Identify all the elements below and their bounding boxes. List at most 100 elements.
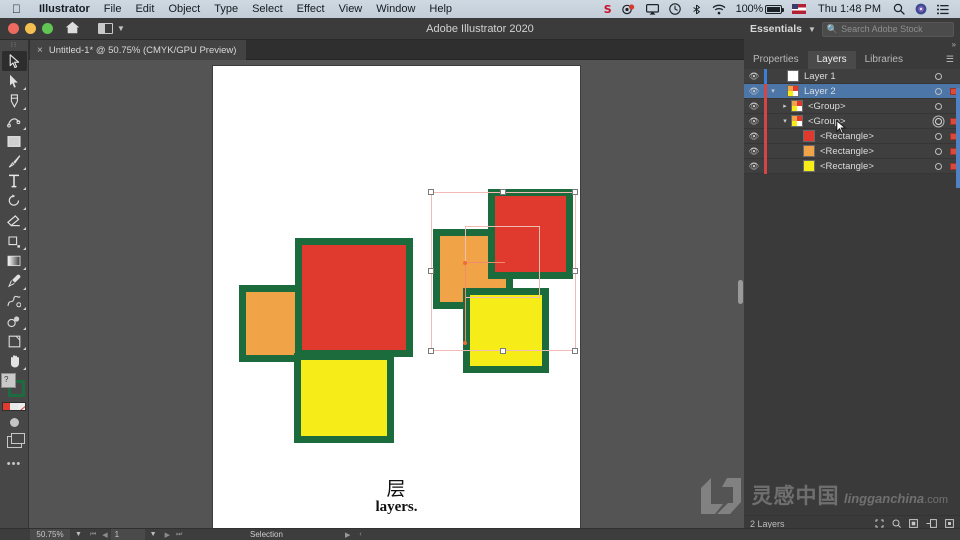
canvas-area[interactable]: 层 layers. — [29, 60, 744, 528]
tab-layers[interactable]: Layers — [807, 51, 856, 69]
wifi-icon[interactable] — [707, 4, 731, 15]
chevron-down-icon[interactable]: ▼ — [70, 531, 87, 538]
chevron-down-icon[interactable]: ▼ — [145, 531, 162, 538]
selection-handle-tc[interactable] — [500, 189, 506, 195]
selection-handle-tr[interactable] — [572, 189, 578, 195]
gradient-swatch-icon[interactable] — [9, 418, 19, 427]
first-page-icon[interactable]: ⏮ — [87, 531, 99, 539]
visibility-icon[interactable]: 👁 — [744, 131, 764, 142]
menu-select[interactable]: Select — [245, 3, 290, 15]
airplay-icon[interactable] — [641, 3, 664, 15]
battery-status[interactable]: 100% — [731, 3, 787, 15]
target-column[interactable] — [930, 117, 946, 125]
hand-tool[interactable] — [2, 351, 27, 371]
pen-tool[interactable] — [2, 91, 27, 111]
layer-row-layer-1[interactable]: 👁 Layer 1 — [744, 68, 960, 84]
menu-window[interactable]: Window — [369, 3, 422, 15]
curvature-tool[interactable] — [2, 111, 27, 131]
home-icon[interactable] — [65, 21, 80, 36]
menu-bar-clock[interactable]: Thu 1:48 PM — [811, 3, 888, 15]
menu-illustrator[interactable]: Illustrator — [32, 3, 97, 15]
target-column[interactable] — [930, 162, 946, 170]
screen-mode-icon[interactable] — [6, 433, 25, 448]
selection-bounding-box[interactable] — [428, 189, 578, 354]
artboard-tool[interactable] — [2, 331, 27, 351]
status-collapse-icon[interactable]: ‹ — [359, 531, 361, 539]
panel-menu-icon[interactable]: ☰ — [946, 55, 954, 64]
target-column[interactable] — [930, 102, 946, 110]
zoom-level-field[interactable]: 50.75% — [30, 529, 70, 540]
time-machine-icon[interactable] — [664, 3, 686, 15]
gradient-swatch-button[interactable] — [10, 403, 18, 410]
direct-selection-tool[interactable] — [2, 71, 27, 91]
layer-name[interactable]: <Group> — [808, 101, 930, 112]
current-tool-label[interactable]: Selection — [250, 530, 283, 539]
target-column[interactable] — [930, 132, 946, 140]
fill-and-stroke-indicator[interactable]: ? — [1, 373, 27, 399]
close-window-button[interactable] — [8, 23, 19, 34]
document-tab[interactable]: × Untitled-1* @ 50.75% (CMYK/GPU Preview… — [30, 40, 247, 60]
target-column[interactable] — [930, 87, 946, 95]
layer-name[interactable]: <Rectangle> — [820, 146, 930, 157]
symbol-sprayer-tool[interactable] — [2, 311, 27, 331]
target-column[interactable] — [930, 72, 946, 80]
collapse-panel-icon[interactable]: » — [952, 40, 957, 49]
menu-edit[interactable]: Edit — [128, 3, 161, 15]
gradient-tool[interactable] — [2, 251, 27, 271]
visibility-icon[interactable]: 👁 — [744, 71, 764, 82]
artboard[interactable]: 层 layers. — [213, 66, 580, 528]
arrange-documents-icon[interactable]: ▼ — [98, 23, 125, 34]
blend-tool[interactable] — [2, 291, 27, 311]
canvas-vertical-scrollbar[interactable] — [738, 280, 743, 304]
next-page-icon[interactable]: ▶ — [162, 531, 173, 539]
layer-row-rectangle-yellow[interactable]: 👁 <Rectangle> — [744, 158, 960, 174]
last-page-icon[interactable]: ⏭ — [173, 531, 185, 539]
rotate-tool[interactable] — [2, 191, 27, 211]
visibility-icon[interactable]: 👁 — [744, 146, 764, 157]
menu-help[interactable]: Help — [422, 3, 459, 15]
status-expand-icon[interactable]: ▶ — [345, 531, 350, 539]
us-flag-icon[interactable] — [787, 4, 811, 14]
scale-tool[interactable] — [2, 231, 27, 251]
control-center-icon[interactable] — [932, 4, 954, 15]
eyedropper-tool[interactable] — [2, 271, 27, 291]
visibility-icon[interactable]: 👁 — [744, 161, 764, 172]
minimize-window-button[interactable] — [25, 23, 36, 34]
apple-menu-icon[interactable]:  — [0, 3, 32, 15]
layer-name[interactable]: <Group> — [808, 116, 930, 127]
selection-tool[interactable] — [1, 51, 27, 71]
layer-row-group-2[interactable]: 👁 ▾ <Group> — [744, 113, 960, 129]
tab-libraries[interactable]: Libraries — [856, 51, 912, 69]
edit-toolbar-button[interactable]: ••• — [7, 458, 22, 470]
disclosure-triangle[interactable]: ▸ — [779, 102, 791, 110]
layer-row-group-1[interactable]: 👁 ▸ <Group> — [744, 98, 960, 114]
menu-type[interactable]: Type — [207, 3, 245, 15]
layer-name[interactable]: <Rectangle> — [820, 131, 930, 142]
page-number-field[interactable]: 1 — [110, 529, 145, 540]
tab-properties[interactable]: Properties — [744, 51, 808, 69]
color-swatch-button[interactable] — [3, 403, 11, 410]
selection-handle-bl[interactable] — [428, 348, 434, 354]
layer-row-rectangle-red[interactable]: 👁 <Rectangle> — [744, 128, 960, 144]
stock-search-input[interactable]: 🔍 Search Adobe Stock — [821, 21, 954, 37]
layer-name[interactable]: Layer 1 — [804, 71, 930, 82]
close-icon[interactable]: × — [37, 45, 43, 56]
none-swatch-button[interactable] — [17, 403, 25, 410]
disclosure-triangle[interactable]: ▾ — [767, 87, 779, 95]
selection-handle-br[interactable] — [572, 348, 578, 354]
chevron-down-icon[interactable]: ▼ — [808, 25, 816, 34]
tools-panel-grip[interactable]: ⁝⁝ — [0, 40, 28, 51]
menu-effect[interactable]: Effect — [290, 3, 332, 15]
siri-icon[interactable] — [910, 3, 932, 15]
target-column[interactable] — [930, 147, 946, 155]
layers-panel-scrollbar[interactable] — [956, 88, 960, 188]
selection-handle-mr[interactable] — [572, 268, 578, 274]
visibility-icon[interactable]: 👁 — [744, 116, 764, 127]
search-icon[interactable] — [888, 3, 910, 15]
rectangle-red-left[interactable] — [295, 238, 413, 357]
layer-name[interactable]: Layer 2 — [804, 86, 930, 97]
panel-collapse-bar[interactable]: » — [744, 40, 960, 50]
menu-view[interactable]: View — [332, 3, 370, 15]
skype-logo-icon[interactable]: S — [599, 4, 617, 15]
color-mode-selector[interactable] — [2, 402, 26, 411]
